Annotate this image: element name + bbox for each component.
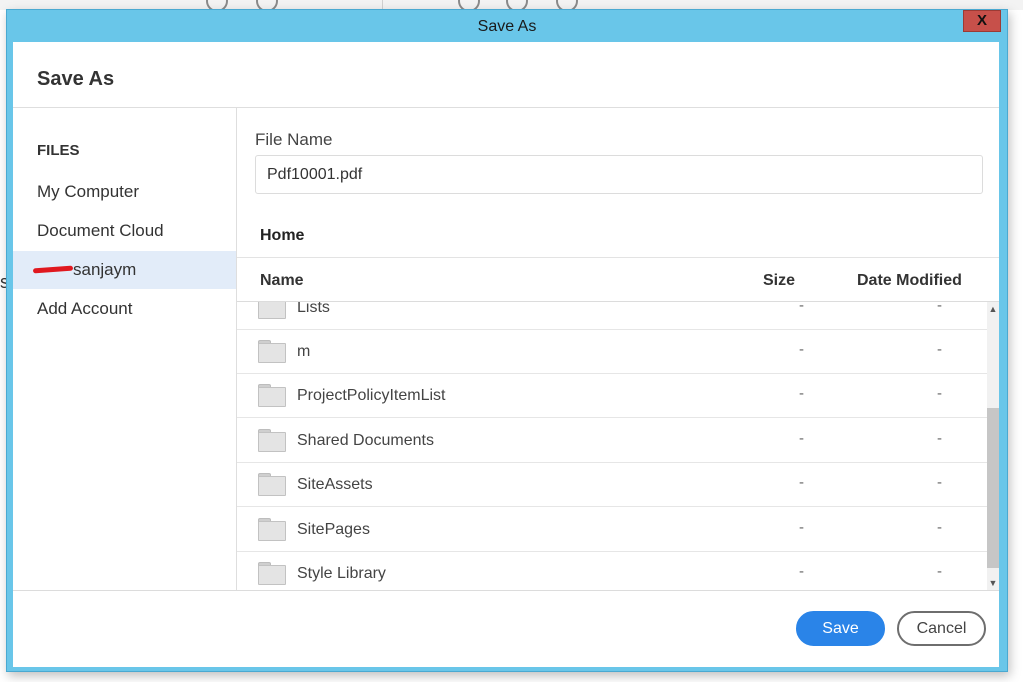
table-row[interactable]: m - - [237, 330, 987, 374]
folder-icon [258, 518, 286, 541]
column-header-date-modified[interactable]: Date Modified [857, 272, 962, 290]
table-row[interactable]: ProjectPolicyItemList - - [237, 374, 987, 418]
sidebar-item-add-account[interactable]: Add Account [13, 290, 236, 328]
save-as-window: Save As X Save As FILES My Computer Docu… [6, 9, 1008, 672]
vertical-scrollbar[interactable]: ▲ ▼ [987, 302, 999, 590]
row-date: - [937, 519, 942, 536]
files-heading: FILES [37, 142, 80, 159]
row-name: Style Library [297, 565, 386, 582]
title-bar[interactable]: Save As X [7, 10, 1007, 42]
row-size: - [799, 519, 804, 536]
table-header: Name Size Date Modified [237, 257, 999, 302]
row-size: - [799, 430, 804, 447]
cancel-button[interactable]: Cancel [897, 611, 986, 646]
save-as-dialog: Save As FILES My Computer Document Cloud… [13, 42, 999, 667]
folder-icon [258, 473, 286, 496]
sidebar-item-my-computer[interactable]: My Computer [13, 173, 236, 211]
folder-icon [258, 302, 286, 319]
row-date: - [937, 385, 942, 402]
column-header-size[interactable]: Size [763, 272, 795, 290]
row-size: - [799, 385, 804, 402]
sidebar: FILES My Computer Document Cloud sanjaym… [13, 108, 237, 590]
row-name: SitePages [297, 521, 370, 538]
row-name: Lists [297, 302, 330, 316]
close-button[interactable]: X [963, 10, 1001, 32]
row-date: - [937, 430, 942, 447]
row-size: - [799, 563, 804, 580]
table-row[interactable]: SiteAssets - - [237, 463, 987, 507]
table-row[interactable]: Lists - - [237, 302, 987, 330]
sidebar-item-label: Add Account [37, 299, 133, 318]
sidebar-item-label: sanjaym [73, 260, 137, 279]
main-panel: File Name Home Name Size Date Modified L… [237, 108, 999, 590]
dialog-header: Save As [13, 42, 999, 108]
scroll-up-icon[interactable]: ▲ [987, 302, 999, 316]
folder-icon [258, 429, 286, 452]
current-location: Home [260, 227, 305, 244]
save-button[interactable]: Save [796, 611, 885, 646]
window-title: Save As [477, 18, 537, 35]
sidebar-item-account[interactable]: sanjaym [13, 251, 236, 289]
sidebar-item-document-cloud[interactable]: Document Cloud [13, 212, 236, 250]
row-date: - [937, 563, 942, 580]
file-list: Lists - - m - - ProjectPolicyItemList - … [237, 302, 999, 590]
sidebar-item-label: Document Cloud [37, 221, 164, 240]
scroll-down-icon[interactable]: ▼ [987, 576, 999, 590]
dialog-footer: Save Cancel [13, 590, 999, 667]
row-date: - [937, 302, 942, 314]
row-name: Shared Documents [297, 432, 434, 449]
row-name: ProjectPolicyItemList [297, 387, 446, 404]
row-date: - [937, 341, 942, 358]
dialog-title: Save As [37, 68, 115, 90]
redaction-mark [32, 265, 74, 274]
row-name: SiteAssets [297, 476, 373, 493]
row-size: - [799, 474, 804, 491]
folder-icon [258, 562, 286, 585]
row-size: - [799, 302, 804, 314]
scrollbar-thumb[interactable] [987, 408, 999, 568]
file-name-input[interactable] [255, 155, 983, 194]
folder-icon [258, 340, 286, 363]
table-row[interactable]: Shared Documents - - [237, 419, 987, 463]
row-date: - [937, 474, 942, 491]
table-row[interactable]: SitePages - - [237, 508, 987, 552]
column-header-name[interactable]: Name [260, 272, 304, 290]
file-name-label: File Name [255, 130, 333, 149]
folder-icon [258, 384, 286, 407]
row-size: - [799, 341, 804, 358]
row-name: m [297, 343, 311, 360]
table-row[interactable]: Style Library - - [237, 552, 987, 590]
sidebar-item-label: My Computer [37, 182, 140, 201]
